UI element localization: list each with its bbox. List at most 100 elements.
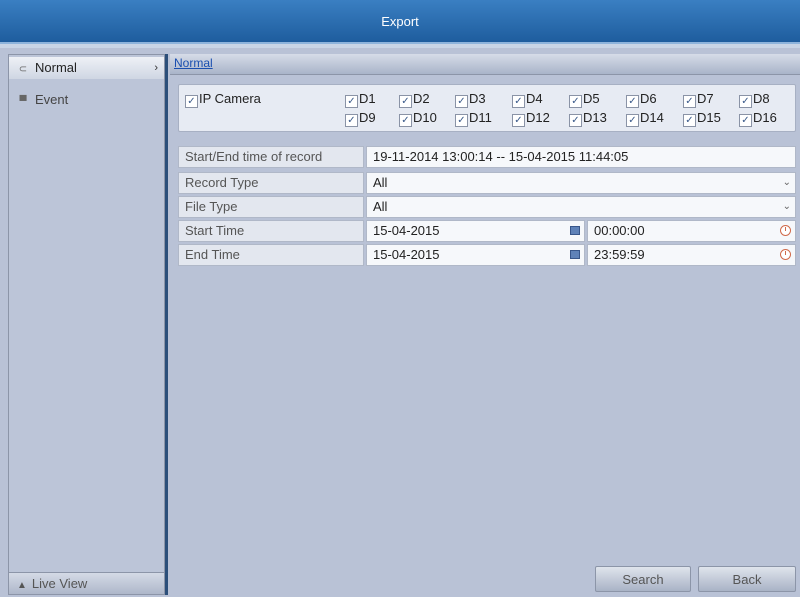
back-button[interactable]: Back — [698, 566, 796, 592]
ip-camera-group: ✓ IP Camera ✓ D1 ✓ D2 ✓ D3 ✓ D4 ✓ D5 ✓ D6 ✓ D7 ✓ D8 ✓ D9 ✓ D… — [178, 84, 796, 132]
record-type-row: Record Type All ⌄ — [178, 172, 796, 194]
channel-checkbox-d16[interactable]: ✓ D16 — [739, 110, 777, 127]
sidebar: ⊂ Normal › ▀ Event ▲ Live View — [8, 54, 165, 595]
checkbox-checked-icon: ✓ — [399, 95, 412, 108]
search-button[interactable]: Search — [595, 566, 691, 592]
channel-label: D9 — [359, 110, 376, 125]
sidebar-item-label: Normal — [35, 60, 77, 75]
checkbox-checked-icon: ✓ — [626, 114, 639, 127]
channel-checkbox-d5[interactable]: ✓ D5 — [569, 91, 600, 108]
checkbox-checked-icon: ✓ — [345, 95, 358, 108]
home-icon: ▲ — [17, 580, 27, 591]
record-range-value: 19-11-2014 13:00:14 -- 15-04-2015 11:44:… — [366, 146, 796, 168]
start-date-value: 15-04-2015 — [373, 223, 440, 238]
record-type-value: All — [373, 175, 388, 190]
live-view-button[interactable]: ▲ Live View — [9, 572, 164, 594]
checkbox-checked-icon: ✓ — [455, 114, 468, 127]
title-bar: Export — [0, 0, 800, 48]
tab-normal[interactable]: Normal — [174, 56, 213, 70]
end-time-row: End Time 15-04-2015 23:59:59 — [178, 244, 796, 266]
start-time-row: Start Time 15-04-2015 00:00:00 — [178, 220, 796, 242]
window-title: Export — [381, 14, 419, 29]
file-type-label: File Type — [178, 196, 364, 218]
channel-label: D1 — [359, 91, 376, 106]
event-icon: ▀ — [19, 96, 27, 107]
ip-camera-checkbox[interactable]: ✓ IP Camera — [185, 91, 261, 108]
checkbox-checked-icon: ✓ — [626, 95, 639, 108]
channel-checkbox-d7[interactable]: ✓ D7 — [683, 91, 714, 108]
channel-checkbox-d9[interactable]: ✓ D9 — [345, 110, 376, 127]
tab-bar: Normal — [170, 54, 800, 75]
end-time-label: End Time — [178, 244, 364, 266]
record-type-select[interactable]: All ⌄ — [366, 172, 796, 194]
channel-label: D14 — [640, 110, 664, 125]
channel-checkbox-d13[interactable]: ✓ D13 — [569, 110, 607, 127]
channel-checkbox-d1[interactable]: ✓ D1 — [345, 91, 376, 108]
channel-checkbox-d14[interactable]: ✓ D14 — [626, 110, 664, 127]
checkbox-checked-icon: ✓ — [512, 95, 525, 108]
channel-checkbox-d15[interactable]: ✓ D15 — [683, 110, 721, 127]
checkbox-checked-icon: ✓ — [569, 114, 582, 127]
checkbox-checked-icon: ✓ — [739, 95, 752, 108]
record-range-label: Start/End time of record — [178, 146, 364, 168]
calendar-icon[interactable] — [570, 226, 580, 235]
end-date-field[interactable]: 15-04-2015 — [366, 244, 585, 266]
sidebar-item-label: Event — [35, 92, 69, 107]
channel-label: D12 — [526, 110, 550, 125]
channel-label: D13 — [583, 110, 607, 125]
checkbox-checked-icon: ✓ — [512, 114, 525, 127]
channel-checkbox-d12[interactable]: ✓ D12 — [512, 110, 550, 127]
record-range-row: Start/End time of record 19-11-2014 13:0… — [178, 146, 796, 168]
file-type-select[interactable]: All ⌄ — [366, 196, 796, 218]
channel-checkbox-d6[interactable]: ✓ D6 — [626, 91, 657, 108]
start-date-field[interactable]: 15-04-2015 — [366, 220, 585, 242]
channel-label: D6 — [640, 91, 657, 106]
channel-label: D15 — [697, 110, 721, 125]
file-type-value: All — [373, 199, 388, 214]
checkbox-checked-icon: ✓ — [739, 114, 752, 127]
checkbox-checked-icon: ✓ — [569, 95, 582, 108]
sidebar-item-normal[interactable]: ⊂ Normal › — [9, 57, 164, 79]
channel-label: D16 — [753, 110, 777, 125]
channel-label: D8 — [753, 91, 770, 106]
chevron-right-icon: › — [154, 62, 158, 74]
ip-camera-label: IP Camera — [199, 91, 261, 106]
clock-icon[interactable] — [780, 225, 791, 236]
channel-checkbox-d10[interactable]: ✓ D10 — [399, 110, 437, 127]
checkbox-checked-icon: ✓ — [683, 95, 696, 108]
start-time-field[interactable]: 00:00:00 — [587, 220, 796, 242]
channel-checkbox-d11[interactable]: ✓ D11 — [455, 110, 492, 127]
record-type-label: Record Type — [178, 172, 364, 194]
channel-label: D3 — [469, 91, 486, 106]
start-time-value: 00:00:00 — [594, 223, 645, 238]
checkbox-checked-icon: ✓ — [185, 95, 198, 108]
live-view-label: Live View — [31, 576, 88, 591]
channel-label: D11 — [469, 110, 492, 125]
clock-icon[interactable] — [780, 249, 791, 260]
normal-icon: ⊂ — [18, 64, 28, 75]
checkbox-checked-icon: ✓ — [345, 114, 358, 127]
main-panel: Normal ✓ IP Camera ✓ D1 ✓ D2 ✓ D3 ✓ D4 ✓ D5 ✓ D6 ✓ D7 ✓… — [170, 54, 800, 595]
calendar-icon[interactable] — [570, 250, 580, 259]
checkbox-checked-icon: ✓ — [683, 114, 696, 127]
chevron-down-icon: ⌄ — [782, 201, 791, 212]
channel-label: D7 — [697, 91, 714, 106]
start-time-label: Start Time — [178, 220, 364, 242]
channel-label: D5 — [583, 91, 600, 106]
chevron-down-icon: ⌄ — [782, 177, 791, 188]
channel-checkbox-d2[interactable]: ✓ D2 — [399, 91, 430, 108]
checkbox-checked-icon: ✓ — [455, 95, 468, 108]
end-time-value: 23:59:59 — [594, 247, 645, 262]
end-date-value: 15-04-2015 — [373, 247, 440, 262]
channel-checkbox-d8[interactable]: ✓ D8 — [739, 91, 770, 108]
channel-checkbox-d4[interactable]: ✓ D4 — [512, 91, 543, 108]
channel-checkbox-d3[interactable]: ✓ D3 — [455, 91, 486, 108]
channel-label: D4 — [526, 91, 543, 106]
checkbox-checked-icon: ✓ — [399, 114, 412, 127]
panel-divider — [165, 54, 168, 595]
file-type-row: File Type All ⌄ — [178, 196, 796, 218]
end-time-field[interactable]: 23:59:59 — [587, 244, 796, 266]
channel-label: D2 — [413, 91, 430, 106]
channel-label: D10 — [413, 110, 437, 125]
sidebar-item-event[interactable]: ▀ Event — [9, 89, 164, 111]
